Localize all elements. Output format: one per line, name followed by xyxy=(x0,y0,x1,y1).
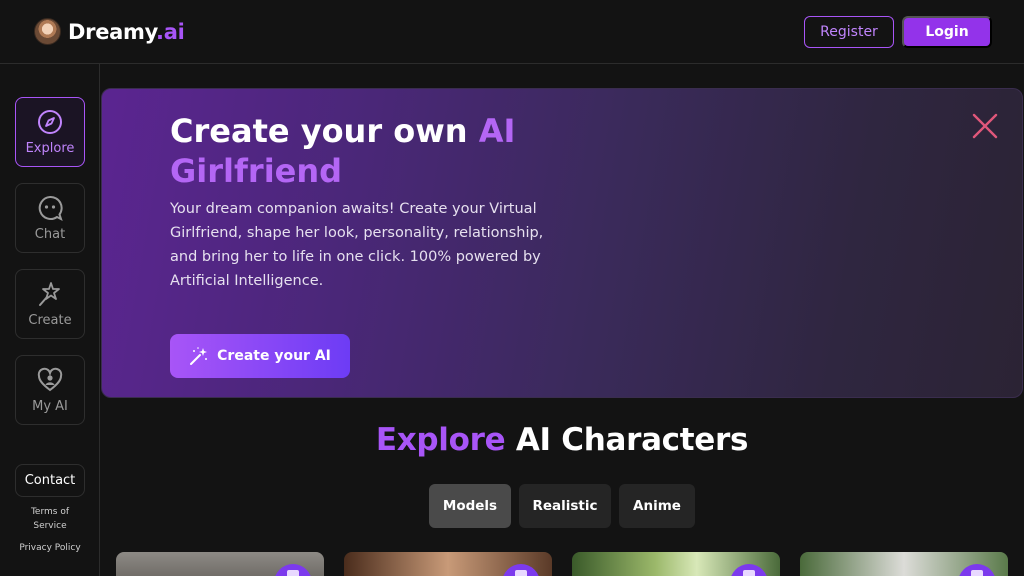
sidebar-item-my-ai[interactable]: My AI xyxy=(15,355,85,425)
sidebar-item-label: Explore xyxy=(25,140,75,156)
close-icon[interactable] xyxy=(970,111,1000,141)
character-card[interactable] xyxy=(344,552,552,576)
chat-badge-icon[interactable] xyxy=(958,564,996,576)
register-button[interactable]: Register xyxy=(804,16,894,48)
hero-banner: Create your own AI Girlfriend Your dream… xyxy=(101,88,1023,398)
character-card[interactable] xyxy=(116,552,324,576)
heart-person-icon xyxy=(37,367,63,391)
explore-title: Explore AI Characters xyxy=(375,422,749,458)
sidebar: Explore Chat Create My AI Contact Terms … xyxy=(0,64,100,576)
chat-badge-icon[interactable] xyxy=(730,564,768,576)
hero-title: Create your own AI Girlfriend xyxy=(170,112,516,190)
magic-wand-icon xyxy=(190,347,208,365)
sidebar-item-label: Chat xyxy=(34,226,66,242)
sidebar-item-label: Create xyxy=(28,312,72,328)
chat-bubble-icon xyxy=(38,195,63,221)
sidebar-item-create[interactable]: Create xyxy=(15,269,85,339)
brand-avatar-icon xyxy=(34,18,61,45)
chat-badge-icon[interactable] xyxy=(502,564,540,576)
create-ai-label: Create your AI xyxy=(217,348,331,364)
character-card[interactable] xyxy=(800,552,1008,576)
hero-description: Your dream companion awaits! Create your… xyxy=(170,201,544,289)
brand-name: Dreamy.ai xyxy=(68,19,185,44)
tab-models[interactable]: Models xyxy=(429,484,511,528)
compass-icon xyxy=(38,109,62,134)
login-button[interactable]: Login xyxy=(902,16,992,48)
tab-realistic[interactable]: Realistic xyxy=(519,484,611,528)
chat-badge-icon[interactable] xyxy=(274,564,312,576)
contact-button[interactable]: Contact xyxy=(15,464,85,497)
sidebar-item-label: My AI xyxy=(32,398,68,414)
sidebar-item-explore[interactable]: Explore xyxy=(15,97,85,167)
create-ai-button[interactable]: Create your AI xyxy=(170,334,350,378)
terms-link[interactable]: Terms of Service xyxy=(25,505,75,533)
privacy-link[interactable]: Privacy Policy xyxy=(0,541,100,555)
brand-logo[interactable]: Dreamy.ai xyxy=(34,18,185,45)
character-card[interactable] xyxy=(572,552,780,576)
top-header: Dreamy.ai Register Login xyxy=(0,0,1024,64)
sidebar-item-chat[interactable]: Chat xyxy=(15,183,85,253)
tab-anime[interactable]: Anime xyxy=(619,484,695,528)
magic-wand-icon xyxy=(39,281,60,306)
